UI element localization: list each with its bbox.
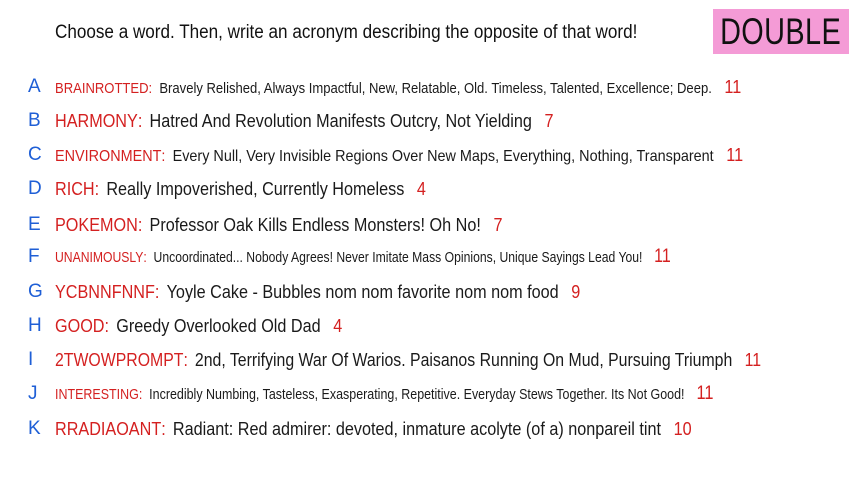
answer-colon: :: [137, 214, 143, 235]
answer-content: 2TWOWPROMPT: 2nd, Terrifying War Of Wari…: [55, 350, 761, 371]
answer-colon: :: [148, 80, 153, 97]
answer-word: HARMONY: [55, 110, 138, 131]
answer-word: POKEMON: [55, 214, 138, 235]
answer-letter: B: [28, 110, 41, 131]
answer-content: YCBNNFNNF: Yoyle Cake - Bubbles nom nom …: [55, 282, 580, 303]
answer-row-b: B HARMONY: Hatred And Revolution Manifes…: [0, 106, 853, 136]
answer-acronym: Really Impoverished, Currently Homeless: [106, 178, 405, 199]
answer-acronym: Professor Oak Kills Endless Monsters! Oh…: [149, 214, 481, 235]
answer-letter: G: [28, 281, 43, 302]
answer-acronym: Hatred And Revolution Manifests Outcry, …: [149, 110, 532, 131]
answer-letter: D: [28, 178, 42, 199]
answer-content: UNANIMOUSLY: Uncoordinated... Nobody Agr…: [55, 246, 671, 268]
answer-letter-count: 4: [416, 178, 426, 199]
answer-colon: :: [94, 178, 100, 199]
answer-letter: J: [28, 383, 38, 404]
answer-colon: :: [154, 281, 160, 302]
answer-letter-count: 11: [696, 383, 714, 404]
answer-row-d: D RICH: Really Impoverished, Currently H…: [0, 174, 853, 204]
answer-acronym: Incredibly Numbing, Tasteless, Exasperat…: [149, 387, 685, 403]
answer-word: RRADIAOANT: [55, 418, 162, 439]
answer-row-a: A BRAINROTTED: Bravely Relished, Always …: [0, 72, 853, 102]
answer-word: UNANIMOUSLY: [55, 250, 144, 266]
answer-content: HARMONY: Hatred And Revolution Manifests…: [55, 111, 554, 132]
answer-colon: :: [161, 147, 166, 165]
answer-row-j: J INTERESTING: Incredibly Numbing, Taste…: [0, 379, 853, 409]
answer-colon: :: [104, 315, 110, 336]
answer-row-k: K RRADIAOANT: Radiant: Red admirer: devo…: [0, 414, 853, 444]
answer-letter: E: [28, 214, 41, 235]
answer-acronym: 2nd, Terrifying War Of Warios. Paisanos …: [194, 349, 733, 370]
answer-row-i: I 2TWOWPROMPT: 2nd, Terrifying War Of Wa…: [0, 345, 853, 375]
answer-content: RICH: Really Impoverished, Currently Hom…: [55, 179, 426, 200]
answer-content: ENVIRONMENT: Every Null, Very Invisible …: [55, 145, 743, 166]
answer-colon: :: [143, 250, 147, 266]
prompt-text: Choose a word. Then, write an acronym de…: [55, 22, 638, 43]
answer-row-h: H GOOD: Greedy Overlooked Old Dad 4: [0, 311, 853, 341]
answer-row-c: C ENVIRONMENT: Every Null, Very Invisibl…: [0, 140, 853, 170]
answer-letter: K: [28, 418, 41, 439]
answer-acronym: Radiant: Red admirer: devoted, inmature …: [172, 418, 661, 439]
answer-letter-count: 11: [654, 246, 671, 267]
answer-acronym: Bravely Relished, Always Impactful, New,…: [159, 80, 712, 97]
answer-letter: C: [28, 144, 42, 165]
answer-letter-count: 9: [571, 281, 581, 302]
answer-letter: I: [28, 349, 34, 370]
answer-colon: :: [137, 110, 143, 131]
answer-acronym: Yoyle Cake - Bubbles nom nom favorite no…: [166, 281, 559, 302]
answer-acronym: Greedy Overlooked Old Dad: [116, 315, 321, 336]
answer-letter: H: [28, 315, 42, 336]
answer-row-e: E POKEMON: Professor Oak Kills Endless M…: [0, 210, 853, 240]
answer-letter-count: 11: [744, 349, 762, 370]
answer-content: RRADIAOANT: Radiant: Red admirer: devote…: [55, 419, 692, 440]
answer-content: POKEMON: Professor Oak Kills Endless Mon…: [55, 215, 502, 236]
double-badge-label: DOUBLE: [720, 10, 842, 52]
answer-letter-count: 11: [726, 144, 744, 165]
answer-letter-count: 10: [673, 418, 692, 439]
answer-row-g: G YCBNNFNNF: Yoyle Cake - Bubbles nom no…: [0, 277, 853, 307]
answer-acronym: Uncoordinated... Nobody Agrees! Never Im…: [153, 250, 643, 266]
answer-content: BRAINROTTED: Bravely Relished, Always Im…: [55, 77, 741, 98]
answer-colon: :: [161, 418, 166, 439]
double-badge: DOUBLE: [713, 9, 849, 54]
answer-word: GOOD: [55, 315, 105, 336]
answer-letter-count: 11: [724, 76, 742, 97]
answer-word: YCBNNFNNF: [55, 281, 155, 302]
answer-word: RICH: [55, 178, 95, 199]
answer-content: INTERESTING: Incredibly Numbing, Tastele…: [55, 383, 714, 405]
answer-word: INTERESTING: [55, 387, 139, 403]
answer-letter: F: [28, 246, 40, 267]
answer-letter-count: 7: [544, 110, 554, 131]
answer-letter-count: 4: [333, 315, 343, 336]
answer-colon: :: [138, 387, 143, 403]
answer-word: BRAINROTTED: [55, 80, 149, 97]
answer-acronym: Every Null, Very Invisible Regions Over …: [172, 147, 714, 165]
answer-letter-count: 7: [493, 214, 503, 235]
answer-content: GOOD: Greedy Overlooked Old Dad 4: [55, 316, 342, 337]
answer-colon: :: [183, 349, 188, 370]
answer-word: ENVIRONMENT: [55, 147, 162, 165]
answer-row-f: F UNANIMOUSLY: Uncoordinated... Nobody A…: [0, 242, 853, 272]
answer-word: 2TWOWPROMPT: [55, 349, 184, 370]
answer-letter: A: [28, 76, 41, 97]
